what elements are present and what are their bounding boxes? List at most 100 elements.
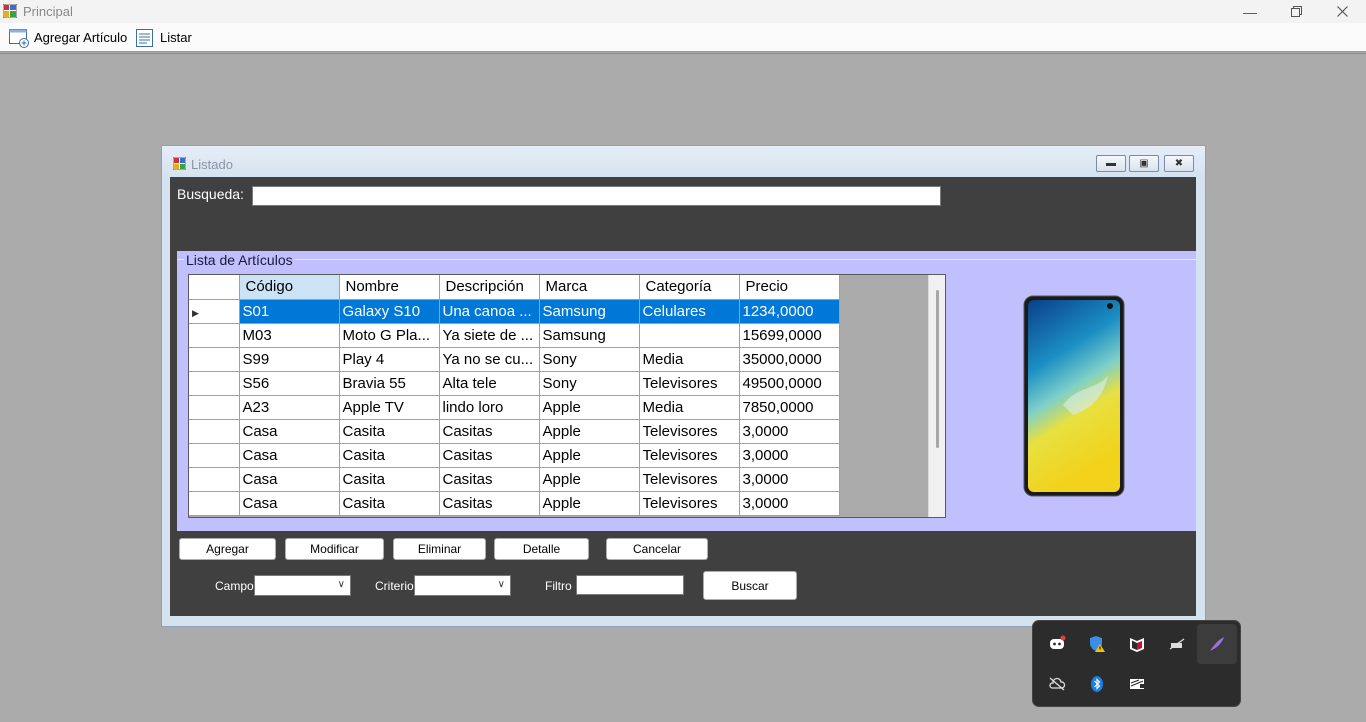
busqueda-input[interactable] — [252, 186, 941, 206]
cell-categoria[interactable]: Televisores — [639, 419, 740, 444]
cell-precio[interactable]: 1234,0000 — [739, 299, 840, 324]
cloud-off-icon[interactable] — [1037, 664, 1077, 704]
col-header-marca[interactable]: Marca — [539, 275, 640, 300]
cell-precio[interactable]: 15699,0000 — [739, 323, 840, 348]
menu-agregar-articulo[interactable]: Agregar Artículo — [6, 26, 129, 49]
cell-nombre[interactable]: Moto G Pla... — [339, 323, 440, 348]
col-header-categoria[interactable]: Categoría — [639, 275, 740, 300]
row-header[interactable] — [189, 371, 240, 396]
cell-codigo[interactable]: Casa — [239, 443, 340, 468]
cell-categoria[interactable]: Media — [639, 347, 740, 372]
table-row[interactable]: Casa Casita Casitas Apple Televisores 3,… — [189, 419, 840, 444]
scrollbar-thumb[interactable] — [936, 290, 939, 448]
filtro-input[interactable] — [576, 575, 684, 595]
table-row[interactable]: M03 Moto G Pla... Ya siete de ... Samsun… — [189, 323, 840, 348]
table-row[interactable]: Casa Casita Casitas Apple Televisores 3,… — [189, 443, 840, 468]
cell-marca[interactable]: Samsung — [539, 299, 640, 324]
table-row[interactable]: ▶ S01 Galaxy S10 Una canoa ... Samsung C… — [189, 299, 840, 324]
cell-marca[interactable]: Apple — [539, 419, 640, 444]
menu-listar[interactable]: Listar — [132, 26, 194, 49]
cell-nombre[interactable]: Casita — [339, 419, 440, 444]
cell-codigo[interactable]: S01 — [239, 299, 340, 324]
col-header-descripcion[interactable]: Descripción — [439, 275, 540, 300]
restore-button[interactable] — [1273, 0, 1319, 23]
child-maximize-button[interactable]: ▣ — [1129, 155, 1159, 172]
mcafee-icon[interactable] — [1117, 624, 1157, 664]
cell-categoria[interactable]: Televisores — [639, 443, 740, 468]
cell-descripcion[interactable]: Alta tele — [439, 371, 540, 396]
table-row[interactable]: Casa Casita Casitas Apple Televisores 3,… — [189, 491, 840, 516]
cell-nombre[interactable]: Casita — [339, 491, 440, 516]
wifi-off-icon[interactable] — [1157, 624, 1197, 664]
cell-descripcion[interactable]: Casitas — [439, 467, 540, 492]
cell-descripcion[interactable]: Casitas — [439, 419, 540, 444]
table-row[interactable]: A23 Apple TV lindo loro Apple Media 7850… — [189, 395, 840, 420]
feather-pen-icon[interactable] — [1197, 624, 1237, 664]
criterio-dropdown[interactable]: ∨ — [414, 575, 511, 596]
row-header[interactable] — [189, 395, 240, 420]
child-close-button[interactable]: ✖ — [1164, 155, 1194, 172]
cell-nombre[interactable]: Apple TV — [339, 395, 440, 420]
cell-precio[interactable]: 7850,0000 — [739, 395, 840, 420]
col-header-codigo[interactable]: Código — [239, 275, 340, 300]
row-header[interactable] — [189, 443, 240, 468]
cell-nombre[interactable]: Casita — [339, 467, 440, 492]
cell-categoria[interactable]: Media — [639, 395, 740, 420]
cell-marca[interactable]: Apple — [539, 491, 640, 516]
cell-descripcion[interactable]: Ya no se cu... — [439, 347, 540, 372]
cell-categoria[interactable]: Televisores — [639, 371, 740, 396]
agregar-button[interactable]: Agregar — [179, 538, 276, 560]
cell-marca[interactable]: Apple — [539, 467, 640, 492]
cell-categoria[interactable]: Televisores — [639, 491, 740, 516]
bluetooth-icon[interactable] — [1077, 664, 1117, 704]
cell-precio[interactable]: 3,0000 — [739, 443, 840, 468]
child-minimize-button[interactable]: ▬ — [1096, 155, 1126, 172]
table-row[interactable]: Casa Casita Casitas Apple Televisores 3,… — [189, 467, 840, 492]
cell-nombre[interactable]: Bravia 55 — [339, 371, 440, 396]
cell-categoria[interactable]: Televisores — [639, 467, 740, 492]
cell-precio[interactable]: 3,0000 — [739, 491, 840, 516]
modificar-button[interactable]: Modificar — [285, 538, 384, 560]
cell-precio[interactable]: 3,0000 — [739, 467, 840, 492]
cell-marca[interactable]: Samsung — [539, 323, 640, 348]
cell-descripcion[interactable]: Ya siete de ... — [439, 323, 540, 348]
shield-warning-icon[interactable] — [1077, 624, 1117, 664]
cell-nombre[interactable]: Casita — [339, 443, 440, 468]
cell-categoria[interactable] — [639, 323, 740, 348]
row-header[interactable] — [189, 491, 240, 516]
campo-dropdown[interactable]: ∨ — [254, 575, 351, 596]
cell-descripcion[interactable]: Una canoa ... — [439, 299, 540, 324]
eliminar-button[interactable]: Eliminar — [393, 538, 486, 560]
detalle-button[interactable]: Detalle — [494, 538, 589, 560]
minimize-button[interactable]: — — [1227, 0, 1273, 23]
cell-precio[interactable]: 3,0000 — [739, 419, 840, 444]
close-button[interactable] — [1319, 0, 1365, 23]
row-header[interactable] — [189, 467, 240, 492]
cell-descripcion[interactable]: Casitas — [439, 443, 540, 468]
cell-nombre[interactable]: Galaxy S10 — [339, 299, 440, 324]
cell-codigo[interactable]: Casa — [239, 467, 340, 492]
articulos-grid[interactable]: Código Nombre Descripción Marca Categorí… — [188, 274, 946, 518]
nvidia-icon[interactable] — [1117, 664, 1157, 704]
cell-codigo[interactable]: M03 — [239, 323, 340, 348]
table-row[interactable]: S99 Play 4 Ya no se cu... Sony Media 350… — [189, 347, 840, 372]
cell-descripcion[interactable]: Casitas — [439, 491, 540, 516]
cell-categoria[interactable]: Celulares — [639, 299, 740, 324]
table-row[interactable]: S56 Bravia 55 Alta tele Sony Televisores… — [189, 371, 840, 396]
cell-codigo[interactable]: Casa — [239, 491, 340, 516]
cell-marca[interactable]: Apple — [539, 443, 640, 468]
cell-codigo[interactable]: A23 — [239, 395, 340, 420]
discord-icon[interactable] — [1037, 624, 1077, 664]
cell-nombre[interactable]: Play 4 — [339, 347, 440, 372]
cell-descripcion[interactable]: lindo loro — [439, 395, 540, 420]
cancelar-button[interactable]: Cancelar — [606, 538, 708, 560]
col-header-precio[interactable]: Precio — [739, 275, 840, 300]
buscar-button[interactable]: Buscar — [703, 571, 797, 600]
cell-marca[interactable]: Sony — [539, 371, 640, 396]
cell-precio[interactable]: 49500,0000 — [739, 371, 840, 396]
col-header-nombre[interactable]: Nombre — [339, 275, 440, 300]
cell-codigo[interactable]: S56 — [239, 371, 340, 396]
grid-vertical-scrollbar[interactable] — [928, 275, 945, 517]
row-header[interactable] — [189, 419, 240, 444]
row-header[interactable]: ▶ — [189, 299, 240, 324]
